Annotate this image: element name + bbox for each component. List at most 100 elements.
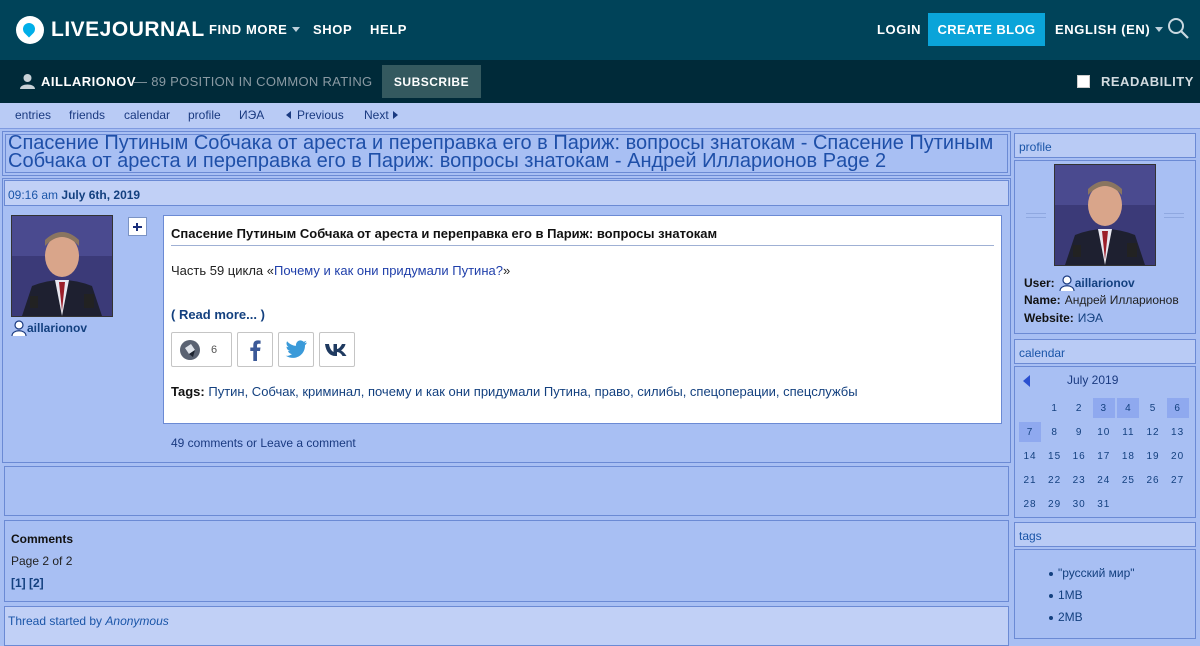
calendar-day[interactable]: 24	[1093, 470, 1115, 490]
tag-bullet	[1049, 616, 1053, 620]
calendar-day[interactable]: 26	[1142, 470, 1164, 490]
calendar-day[interactable]: 1	[1044, 398, 1066, 418]
profile-website-row: Website: ИЭА	[1024, 311, 1103, 325]
calendar-day[interactable]: 12	[1142, 422, 1164, 442]
tag-bullet	[1049, 594, 1053, 598]
nav-find-more[interactable]: FIND MORE	[209, 22, 301, 37]
calendar-day[interactable]: 16	[1068, 446, 1090, 466]
sidebar-tag-item[interactable]: "русский мир"	[1058, 566, 1135, 580]
comments-page-links[interactable]: [1] [2]	[11, 576, 44, 590]
calendar-day[interactable]: 27	[1167, 470, 1189, 490]
nav-shop[interactable]: SHOP	[313, 22, 352, 37]
profile-user-link[interactable]: aillarionov	[1075, 276, 1135, 290]
calendar-prev-icon[interactable]	[1023, 375, 1030, 387]
calendar-day[interactable]: 20	[1167, 446, 1189, 466]
login-link[interactable]: LOGIN	[877, 22, 921, 37]
sidebar-tag-item[interactable]: 1MB	[1058, 588, 1083, 602]
subscribe-button[interactable]: SUBSCRIBE	[382, 65, 481, 98]
calendar-day[interactable]: 8	[1044, 422, 1066, 442]
comments-page-indicator: Page 2 of 2	[11, 554, 73, 568]
calendar-day[interactable]: 9	[1068, 422, 1090, 442]
calendar-day[interactable]: 2	[1068, 398, 1090, 418]
nav-calendar[interactable]: calendar	[124, 108, 170, 122]
calendar-day[interactable]: 14	[1019, 446, 1041, 466]
calendar-day[interactable]: 31	[1093, 494, 1115, 514]
tag-links[interactable]: Путин, Собчак, криминал, почему и как он…	[208, 384, 857, 399]
entry-date-link[interactable]: July 6th, 2019	[61, 188, 140, 202]
calendar-day[interactable]: 15	[1044, 446, 1066, 466]
profile-website-link[interactable]: ИЭА	[1078, 311, 1103, 325]
readability-label[interactable]: READABILITY	[1101, 74, 1194, 89]
chevron-down-icon	[1155, 27, 1164, 32]
language-selector[interactable]: ENGLISH (EN)	[1055, 22, 1164, 37]
calendar-day[interactable]: 6	[1166, 398, 1189, 418]
user-icon	[20, 74, 35, 89]
calendar-day[interactable]: 3	[1092, 398, 1115, 418]
empty-panel	[4, 466, 1009, 516]
sidebar-userpic[interactable]	[1054, 164, 1156, 266]
entry-tags: Tags: Путин, Собчак, криминал, почему и …	[171, 384, 858, 399]
comments-link[interactable]: 49 comments or Leave a comment	[171, 436, 356, 450]
divider-right	[1164, 213, 1184, 218]
calendar-day[interactable]: 29	[1044, 494, 1066, 514]
sidebar-calendar-header: calendar	[1014, 339, 1196, 364]
journal-username[interactable]: AILLARIONOV	[41, 74, 136, 89]
vk-icon	[325, 343, 347, 356]
nav-iea[interactable]: ИЭА	[239, 108, 264, 122]
share-vk-button[interactable]	[319, 332, 355, 367]
userpic-image	[12, 216, 112, 316]
calendar-day[interactable]: 19	[1142, 446, 1164, 466]
calendar-day[interactable]: 21	[1019, 470, 1041, 490]
expand-entry-button[interactable]	[128, 217, 147, 236]
calendar-day[interactable]: 25	[1117, 470, 1139, 490]
create-blog-button[interactable]: CREATE BLOG	[928, 13, 1045, 46]
thread-author: Anonymous	[105, 614, 169, 628]
entry-date-bar	[4, 180, 1009, 206]
calendar-day[interactable]: 23	[1068, 470, 1090, 490]
arrow-left-icon	[286, 111, 291, 119]
language-label: ENGLISH (EN)	[1055, 22, 1151, 37]
user-icon	[11, 320, 27, 336]
livejournal-logo[interactable]: LIVEJOURNAL	[16, 15, 205, 45]
nav-help[interactable]: HELP	[370, 22, 407, 37]
calendar-day[interactable]: 30	[1068, 494, 1090, 514]
calendar-day[interactable]: 22	[1044, 470, 1066, 490]
nav-previous[interactable]: Previous	[286, 108, 344, 122]
tags-label: Tags:	[171, 384, 205, 399]
sidebar-tag-item[interactable]: 2MB	[1058, 610, 1083, 624]
calendar-day[interactable]: 17	[1093, 446, 1115, 466]
sidebar-profile-header: profile	[1014, 133, 1196, 158]
calendar-day[interactable]: 18	[1117, 446, 1139, 466]
read-more-link[interactable]: ( Read more... )	[171, 307, 265, 322]
series-link[interactable]: Почему и как они придумали Путина?	[274, 263, 503, 278]
repost-button[interactable]: 6	[171, 332, 232, 367]
nav-entries[interactable]: entries	[15, 108, 51, 122]
nav-next[interactable]: Next	[364, 108, 398, 122]
calendar-day[interactable]: 10	[1093, 422, 1115, 442]
profile-user-row: User: aillarionov	[1024, 275, 1135, 291]
share-twitter-button[interactable]	[278, 332, 314, 367]
calendar-day[interactable]: 13	[1167, 422, 1189, 442]
calendar-day[interactable]: 4	[1117, 398, 1140, 418]
nav-profile[interactable]: profile	[188, 108, 221, 122]
calendar-day[interactable]: 11	[1117, 422, 1139, 442]
sidebar-calendar-title: calendar	[1019, 346, 1066, 360]
sidebar-tags-header: tags	[1014, 522, 1196, 547]
entry-author[interactable]: aillarionov	[11, 320, 87, 336]
entry-author-name: aillarionov	[27, 321, 88, 335]
logo-text: LIVEJOURNAL	[51, 18, 205, 41]
readability-checkbox[interactable]	[1077, 75, 1090, 88]
nav-friends[interactable]: friends	[69, 108, 105, 122]
calendar-day[interactable]: 7	[1019, 422, 1041, 442]
profile-website-label: Website:	[1024, 311, 1074, 325]
search-icon[interactable]	[1167, 17, 1189, 39]
rating-text: — 89 POSITION IN COMMON RATING	[134, 74, 373, 89]
calendar-day[interactable]: 28	[1019, 494, 1041, 514]
nav-previous-label: Previous	[297, 108, 344, 122]
divider-left	[1026, 213, 1046, 218]
profile-user-label: User:	[1024, 276, 1055, 290]
share-facebook-button[interactable]	[237, 332, 273, 367]
subject-divider	[171, 245, 994, 246]
calendar-day[interactable]: 5	[1142, 398, 1164, 418]
userpic[interactable]	[11, 215, 113, 317]
